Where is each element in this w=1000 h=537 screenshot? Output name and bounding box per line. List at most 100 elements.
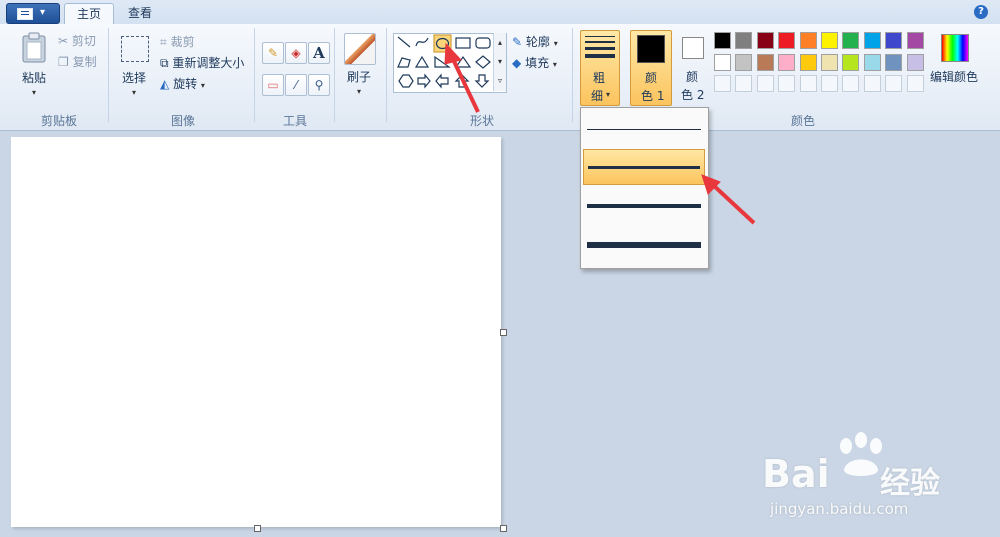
size-button[interactable]: 粗 细 ▾	[580, 30, 620, 106]
color-swatch[interactable]	[756, 32, 774, 49]
image-group-label: 图像	[170, 114, 195, 128]
color-swatch[interactable]	[756, 53, 774, 71]
empty-color-swatch[interactable]	[714, 75, 731, 92]
brushes-button[interactable]: 刷子 ▾	[343, 33, 377, 103]
color2-button[interactable]: 颜 色 2	[676, 30, 712, 104]
empty-color-swatch[interactable]	[863, 75, 881, 92]
fill-icon: ◆	[512, 56, 522, 70]
color-swatch[interactable]	[821, 32, 838, 49]
crop-icon: ⌗	[160, 35, 167, 49]
color-swatch[interactable]	[735, 53, 753, 71]
fill-tool[interactable]: ◈	[285, 42, 307, 64]
watermark-brand: Bai	[762, 452, 830, 496]
empty-color-swatch[interactable]	[885, 75, 903, 92]
edit-colors-button[interactable]: 编辑颜色	[930, 32, 990, 92]
eyedropper-icon: ⁄	[294, 78, 297, 92]
size-option-5px[interactable]	[583, 188, 705, 224]
empty-color-swatch[interactable]	[756, 75, 774, 92]
fill-dropdown[interactable]: ◆ 填充 ▾	[512, 54, 557, 72]
color2-swatch	[682, 37, 704, 59]
copy-button[interactable]: ❐ 复制	[58, 53, 97, 71]
rotate-label: 旋转	[173, 77, 198, 91]
divider	[386, 28, 387, 122]
paint-bucket-icon: ◈	[291, 46, 301, 60]
eraser-tool[interactable]: ▭	[262, 74, 284, 96]
magnifier-tool[interactable]: ⚲	[308, 74, 330, 96]
outline-icon: ✎	[512, 35, 523, 49]
scissors-icon: ✂	[58, 34, 69, 48]
app-menu-icon	[17, 8, 33, 20]
color-swatch[interactable]	[863, 53, 881, 71]
paste-label: 粘贴	[22, 71, 47, 85]
color-swatch[interactable]	[778, 53, 796, 71]
pencil-tool[interactable]: ✎	[262, 42, 284, 64]
baidu-watermark: Bai 经验 jingyan.baidu.com	[762, 432, 982, 532]
resize-handle-corner[interactable]	[500, 525, 507, 532]
resize-handle-bottom[interactable]	[254, 525, 261, 532]
rotate-button[interactable]: ◭ 旋转 ▾	[160, 75, 205, 93]
color-swatch[interactable]	[799, 53, 817, 71]
size-label-line2: 细	[591, 89, 604, 103]
color-swatch[interactable]	[906, 53, 924, 71]
divider	[108, 28, 109, 122]
tools-group-label: 工具	[282, 114, 307, 128]
size-option-1px[interactable]	[583, 112, 705, 148]
divider	[334, 28, 335, 122]
crop-button[interactable]: ⌗ 裁剪	[160, 33, 195, 51]
copy-label: 复制	[72, 55, 97, 69]
text-tool[interactable]: A	[308, 42, 330, 64]
color-swatch[interactable]	[778, 32, 796, 49]
drawing-canvas[interactable]	[11, 137, 501, 527]
empty-color-swatch[interactable]	[842, 75, 860, 92]
empty-color-swatch[interactable]	[906, 75, 924, 92]
shapes-scroll[interactable]: ▴ ▾ ▿	[493, 33, 506, 91]
pencil-icon: ✎	[267, 46, 279, 60]
size-label-line1: 粗	[593, 71, 606, 85]
color-swatch[interactable]	[842, 53, 860, 71]
cut-button[interactable]: ✂ 剪切	[58, 32, 96, 50]
color1-button[interactable]: 颜 色 1	[630, 30, 672, 106]
paste-button[interactable]: 粘贴 ▾	[18, 32, 50, 102]
color-swatch[interactable]	[714, 32, 731, 49]
color-wheel-icon	[941, 34, 969, 62]
empty-color-swatch[interactable]	[821, 75, 838, 92]
color-swatch[interactable]	[821, 53, 838, 71]
edit-colors-label: 编辑颜色	[930, 70, 979, 84]
size-option-8px[interactable]	[583, 226, 705, 262]
application-menu-button[interactable]: ▾	[6, 3, 60, 24]
outline-dropdown[interactable]: ✎ 轮廓 ▾	[512, 33, 558, 51]
color-swatch[interactable]	[842, 32, 860, 49]
resize-button[interactable]: ⧉ 重新调整大小	[160, 54, 244, 72]
resize-icon: ⧉	[160, 56, 169, 70]
color-swatch[interactable]	[714, 53, 731, 71]
line-width-icon	[585, 36, 615, 58]
color-picker-tool[interactable]: ⁄	[285, 74, 307, 96]
color-swatch[interactable]	[799, 32, 817, 49]
select-label: 选择	[122, 71, 147, 85]
chevron-down-icon: ▾	[132, 88, 137, 97]
size-option-3px[interactable]	[583, 149, 705, 185]
color-swatch[interactable]	[735, 32, 753, 49]
text-icon: A	[313, 44, 325, 62]
chevron-down-icon: ▾	[606, 90, 611, 99]
select-button[interactable]: 选择 ▾	[118, 34, 150, 104]
selection-icon	[121, 36, 149, 62]
tab-view[interactable]: 查看	[118, 3, 162, 24]
color-swatch[interactable]	[906, 32, 924, 49]
clipboard-group-label: 剪贴板	[40, 114, 77, 128]
empty-color-swatch[interactable]	[799, 75, 817, 92]
color-swatch[interactable]	[863, 32, 881, 49]
help-icon[interactable]: ?	[974, 5, 988, 19]
color2-label-line2: 色 2	[681, 88, 705, 102]
resize-handle-right[interactable]	[500, 329, 507, 336]
watermark-brand2: 经验	[880, 466, 940, 501]
crop-label: 裁剪	[170, 35, 195, 49]
size-dropdown-menu	[580, 107, 709, 269]
shapes-group-label: 形状	[469, 114, 494, 128]
chevron-down-icon: ▾	[40, 7, 46, 18]
color-swatch[interactable]	[885, 32, 903, 49]
color-swatch[interactable]	[885, 53, 903, 71]
tab-home[interactable]: 主页	[64, 3, 114, 25]
empty-color-swatch[interactable]	[735, 75, 753, 92]
empty-color-swatch[interactable]	[778, 75, 796, 92]
